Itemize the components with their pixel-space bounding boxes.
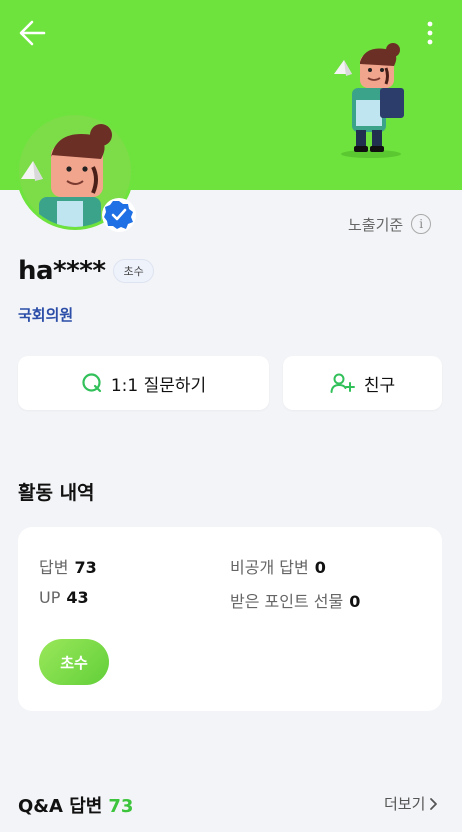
stat-answers: 답변 73	[39, 554, 97, 578]
add-friend-icon	[330, 373, 355, 393]
ask-question-label: 1:1 질문하기	[110, 375, 207, 396]
stat-points-value: 0	[349, 592, 361, 611]
qa-count: 73	[108, 796, 134, 817]
chevron-right-icon	[430, 797, 438, 810]
question-icon	[82, 373, 101, 393]
exposure-criteria-link[interactable]: 노출기준 i	[348, 212, 432, 236]
more-link-label: 더보기	[384, 795, 426, 813]
activity-section-title: 활동 내역	[18, 482, 95, 504]
stat-answers-value: 73	[74, 558, 97, 577]
arrow-left-icon	[19, 20, 46, 46]
ask-question-button[interactable]: 1:1 질문하기	[18, 356, 269, 410]
info-icon: i	[411, 214, 432, 234]
more-vertical-icon	[427, 21, 433, 45]
qa-section-title: Q&A 답변 73	[18, 792, 133, 818]
stat-private-value: 0	[314, 558, 326, 577]
back-button[interactable]	[14, 16, 54, 50]
more-options-button[interactable]	[418, 16, 442, 50]
stat-up: UP 43	[39, 588, 89, 607]
qa-title-label: Q&A 답변	[18, 796, 103, 817]
stat-points-gift: 받은 포인트 선물 0	[230, 588, 360, 612]
profile-avatar-wrap	[16, 112, 136, 232]
stat-answers-label: 답변	[39, 558, 69, 577]
character-illustration	[326, 40, 416, 158]
stat-up-label: UP	[39, 588, 61, 607]
stat-up-value: 43	[66, 588, 89, 607]
stat-points-label: 받은 포인트 선물	[230, 592, 344, 611]
exposure-criteria-label: 노출기준	[348, 215, 404, 234]
stat-private-label: 비공개 답변	[230, 558, 309, 577]
more-link[interactable]: 더보기	[384, 793, 439, 814]
user-title[interactable]: 국회의원	[18, 304, 73, 325]
add-friend-label: 친구	[363, 375, 396, 396]
username: ha****	[18, 256, 106, 286]
grade-badge: 초수	[113, 259, 154, 283]
grade-pill[interactable]: 초수	[39, 639, 109, 685]
add-friend-button[interactable]: 친구	[283, 356, 442, 410]
username-row: ha**** 초수	[18, 256, 154, 286]
stat-private-answers: 비공개 답변 0	[230, 554, 326, 578]
verified-badge-icon	[102, 198, 136, 232]
activity-card: 답변 73 비공개 답변 0 UP 43 받은 포인트 선물 0 초수	[18, 527, 442, 711]
